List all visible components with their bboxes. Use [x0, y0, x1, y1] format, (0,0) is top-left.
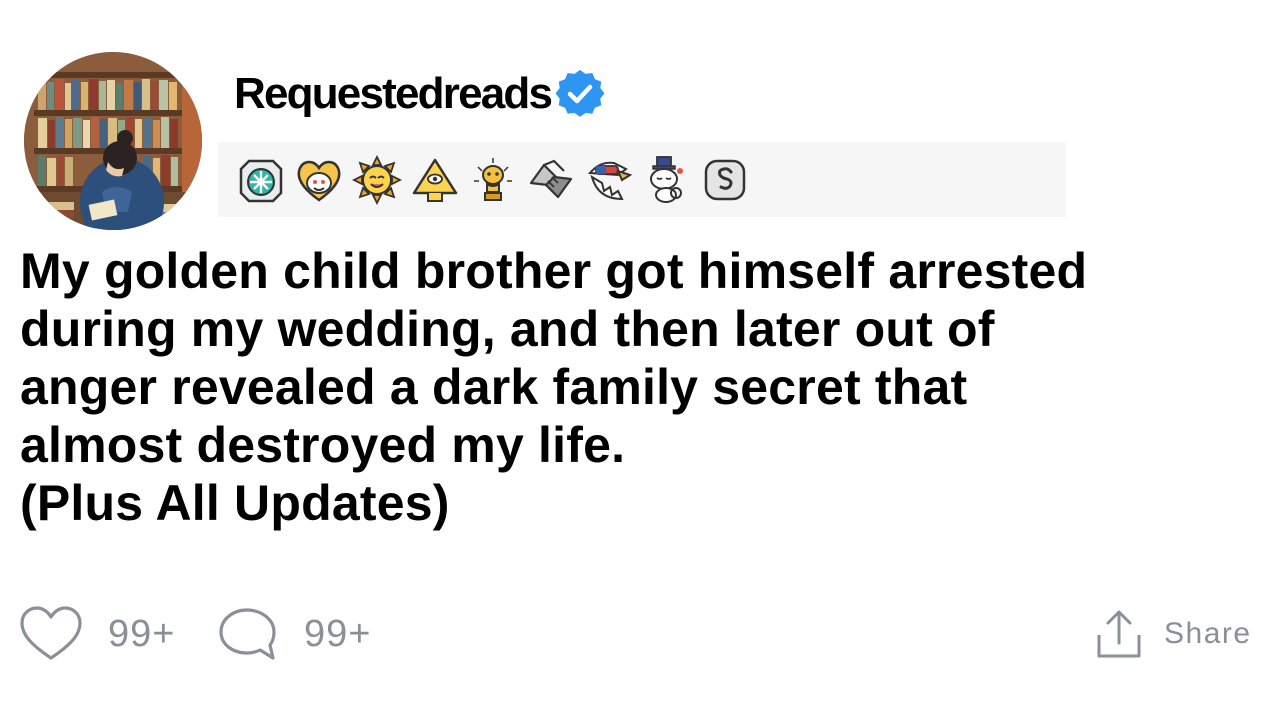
helpful-award-icon[interactable] [236, 155, 286, 205]
post-title-line: during my wedding, and then later out of [20, 301, 995, 357]
post-title-line: almost destroyed my life. [20, 417, 626, 473]
author-header: Requestedreads [234, 66, 605, 122]
all-seeing-pyramid-award-icon[interactable] [410, 155, 460, 205]
bookshelf-reader-avatar-image [24, 52, 202, 230]
silver-coin-award-icon[interactable] [700, 155, 750, 205]
like-count: 99+ [108, 612, 176, 655]
post-title-line: anger revealed a dark family secret that [20, 359, 968, 415]
username[interactable]: Requestedreads [234, 72, 553, 116]
share-button[interactable]: Share [1096, 608, 1252, 660]
avatar[interactable] [24, 52, 202, 230]
verified-badge-icon [555, 69, 605, 117]
comment-action[interactable]: 99+ [218, 606, 371, 662]
gold-trophy-award-icon[interactable] [468, 155, 518, 205]
fancy-snoo-award-icon[interactable] [642, 155, 692, 205]
handshake-award-icon[interactable] [526, 155, 576, 205]
heart-icon[interactable] [20, 606, 82, 662]
comment-count: 99+ [304, 612, 372, 655]
post-title-line: (Plus All Updates) [20, 475, 450, 531]
awards-strip [218, 142, 1066, 217]
share-icon[interactable] [1096, 609, 1142, 659]
post-title: My golden child brother got himself arre… [20, 242, 1260, 532]
comment-bubble-icon[interactable] [218, 606, 278, 662]
post-title-line: My golden child brother got himself arre… [20, 243, 1088, 299]
share-label: Share [1164, 617, 1252, 650]
sun-smile-award-icon[interactable] [352, 154, 402, 205]
patriot-eagle-award-icon[interactable] [584, 155, 634, 205]
wholesome-award-icon[interactable] [294, 155, 344, 205]
like-action[interactable]: 99+ [20, 606, 175, 662]
